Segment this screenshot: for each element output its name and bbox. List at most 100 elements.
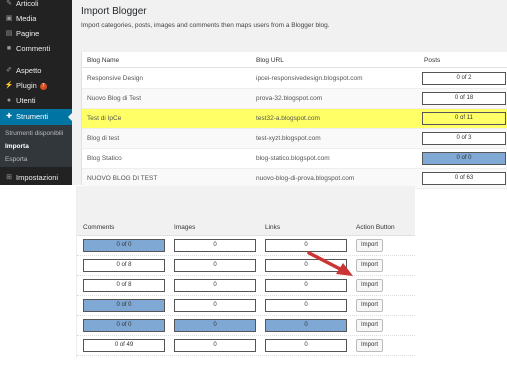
progress-table-header: Comments Images Links Action Button — [77, 186, 415, 236]
column-header-blog-name: Blog Name — [87, 57, 120, 64]
comments-progress: 0 of 8 — [83, 279, 165, 292]
import-button[interactable]: Import — [356, 339, 383, 352]
sidebar-item-label: Strumenti — [16, 112, 49, 121]
plugin-icon: ⚡ — [4, 82, 14, 89]
submenu-strumenti-disponibili[interactable]: Strumenti disponibili — [5, 130, 63, 137]
posts-progress: 0 of 18 — [422, 92, 506, 105]
images-progress: 0 — [174, 259, 256, 272]
wrench-icon: ✚ — [6, 113, 12, 120]
sidebar-item-label: Commenti — [16, 44, 51, 53]
images-progress: 0 — [174, 339, 256, 352]
submenu-importa[interactable]: Importa — [5, 143, 29, 150]
blog-name: NUOVO BLOG DI TEST — [87, 175, 158, 182]
sidebar-item-articoli[interactable]: ✎ Articoli — [0, 0, 72, 11]
links-progress: 0 — [265, 239, 347, 252]
images-progress: 0 — [174, 319, 256, 332]
posts-progress: 0 of 63 — [422, 172, 506, 185]
comments-progress: 0 of 49 — [83, 339, 165, 352]
sidebar-item-label: Utenti — [16, 96, 36, 105]
blog-url: blog-statico.blogspot.com — [256, 155, 330, 162]
sidebar-item-utenti[interactable]: ● Utenti — [0, 93, 72, 108]
table-row: 0 of 8 0 0 Import — [77, 256, 415, 276]
links-progress: 0 — [265, 339, 347, 352]
import-button[interactable]: Import — [356, 239, 383, 252]
table-row: Responsive Design ipcei-responsivedesign… — [82, 69, 507, 89]
submenu-esporta[interactable]: Esporta — [5, 156, 27, 163]
table-row: 0 of 0 0 0 Import — [77, 296, 415, 316]
media-icon: ▣ — [5, 15, 13, 22]
page-title: Import Blogger — [81, 6, 147, 17]
import-button[interactable]: Import — [356, 259, 383, 272]
blog-name: Responsive Design — [87, 75, 144, 82]
comments-progress: 0 of 0 — [83, 299, 165, 312]
sidebar-item-label: Plugin — [16, 81, 37, 90]
table-row: 0 of 0 0 0 Import — [77, 236, 415, 256]
sidebar-item-label: Aspetto — [16, 66, 42, 75]
import-button[interactable]: Import — [356, 279, 383, 292]
page-description: Import categories, posts, images and com… — [81, 22, 330, 29]
links-progress: 0 — [265, 319, 347, 332]
blog-url: test-xyzt.blogspot.com — [256, 135, 321, 142]
blog-name: Blog Statico — [87, 155, 122, 162]
comments-progress: 0 of 0 — [83, 239, 165, 252]
images-progress: 0 — [174, 299, 256, 312]
column-header-blog-url: Blog URL — [256, 57, 284, 64]
pin-icon: ✎ — [6, 0, 12, 7]
settings-icon: ⊞ — [6, 174, 12, 181]
links-progress: 0 — [265, 279, 347, 292]
page-icon: ▤ — [5, 30, 13, 37]
sidebar-item-commenti[interactable]: ■ Commenti — [0, 41, 72, 56]
column-header-posts: Posts — [424, 57, 441, 64]
update-count-badge: 7 — [39, 83, 47, 90]
sidebar-item-label: Media — [16, 14, 37, 23]
links-progress: 0 — [265, 259, 347, 272]
import-progress-table: Comments Images Links Action Button 0 of… — [76, 186, 415, 358]
blog-url: prova-32.blogspot.com — [256, 95, 323, 102]
import-button[interactable]: Import — [356, 299, 383, 312]
table-row: 0 of 8 0 0 Import — [77, 276, 415, 296]
posts-progress: 0 of 0 — [422, 152, 506, 165]
table-row: Blog di test test-xyzt.blogspot.com 0 of… — [82, 129, 507, 149]
column-header-images: Images — [174, 224, 196, 231]
comment-icon: ■ — [6, 45, 12, 52]
sidebar-item-plugin[interactable]: ⚡ Plugin 7 — [0, 78, 72, 93]
import-button[interactable]: Import — [356, 319, 383, 332]
links-progress: 0 — [265, 299, 347, 312]
sidebar-item-label: Articoli — [16, 0, 39, 8]
blog-url: ipcei-responsivedesign.blogspot.com — [256, 75, 363, 82]
blog-url: nuovo-blog-di-prova.blogspot.com — [256, 175, 355, 182]
posts-progress: 0 of 2 — [422, 72, 506, 85]
blog-name: Nuovo Blog di Test — [87, 95, 142, 102]
images-progress: 0 — [174, 239, 256, 252]
brush-icon: ✐ — [6, 67, 12, 74]
sidebar-item-media[interactable]: ▣ Media — [0, 11, 72, 26]
column-header-action: Action Button — [356, 224, 395, 231]
sidebar-item-label: Impostazioni — [16, 173, 59, 182]
table-row: 0 of 49 0 0 Import — [77, 336, 415, 356]
blogs-table-header: Blog Name Blog URL Posts — [82, 52, 507, 68]
table-row: Nuovo Blog di Test prova-32.blogspot.com… — [82, 89, 507, 109]
posts-progress: 0 of 3 — [422, 132, 506, 145]
column-header-links: Links — [265, 224, 281, 231]
posts-progress: 0 of 11 — [422, 112, 506, 125]
admin-sidebar: ✎ Articoli ▣ Media ▤ Pagine ■ Commenti ✐… — [0, 0, 72, 185]
sidebar-item-impostazioni[interactable]: ⊞ Impostazioni — [0, 170, 72, 185]
blog-url: test32-a.blogspot.com — [256, 115, 320, 122]
blogs-table: Blog Name Blog URL Posts Responsive Desi… — [81, 52, 507, 189]
comments-progress: 0 of 0 — [83, 319, 165, 332]
blog-name: Blog di test — [87, 135, 120, 142]
blog-name: Test di IpCe — [87, 115, 122, 122]
images-progress: 0 — [174, 279, 256, 292]
table-row: Blog Statico blog-statico.blogspot.com 0… — [82, 149, 507, 169]
sidebar-item-strumenti[interactable]: ✚ Strumenti — [0, 109, 72, 125]
sidebar-item-pagine[interactable]: ▤ Pagine — [0, 26, 72, 41]
column-header-comments: Comments — [83, 224, 115, 231]
main-content: Import Blogger Import categories, posts,… — [72, 0, 507, 189]
comments-progress: 0 of 8 — [83, 259, 165, 272]
sidebar-item-label: Pagine — [16, 29, 40, 38]
table-row: 0 of 0 0 0 Import — [77, 316, 415, 336]
strumenti-submenu: Strumenti disponibili Importa Esporta — [0, 125, 72, 167]
table-row-highlighted: Test di IpCe test32-a.blogspot.com 0 of … — [82, 109, 507, 129]
user-icon: ● — [6, 97, 12, 104]
sidebar-item-aspetto[interactable]: ✐ Aspetto — [0, 63, 72, 78]
